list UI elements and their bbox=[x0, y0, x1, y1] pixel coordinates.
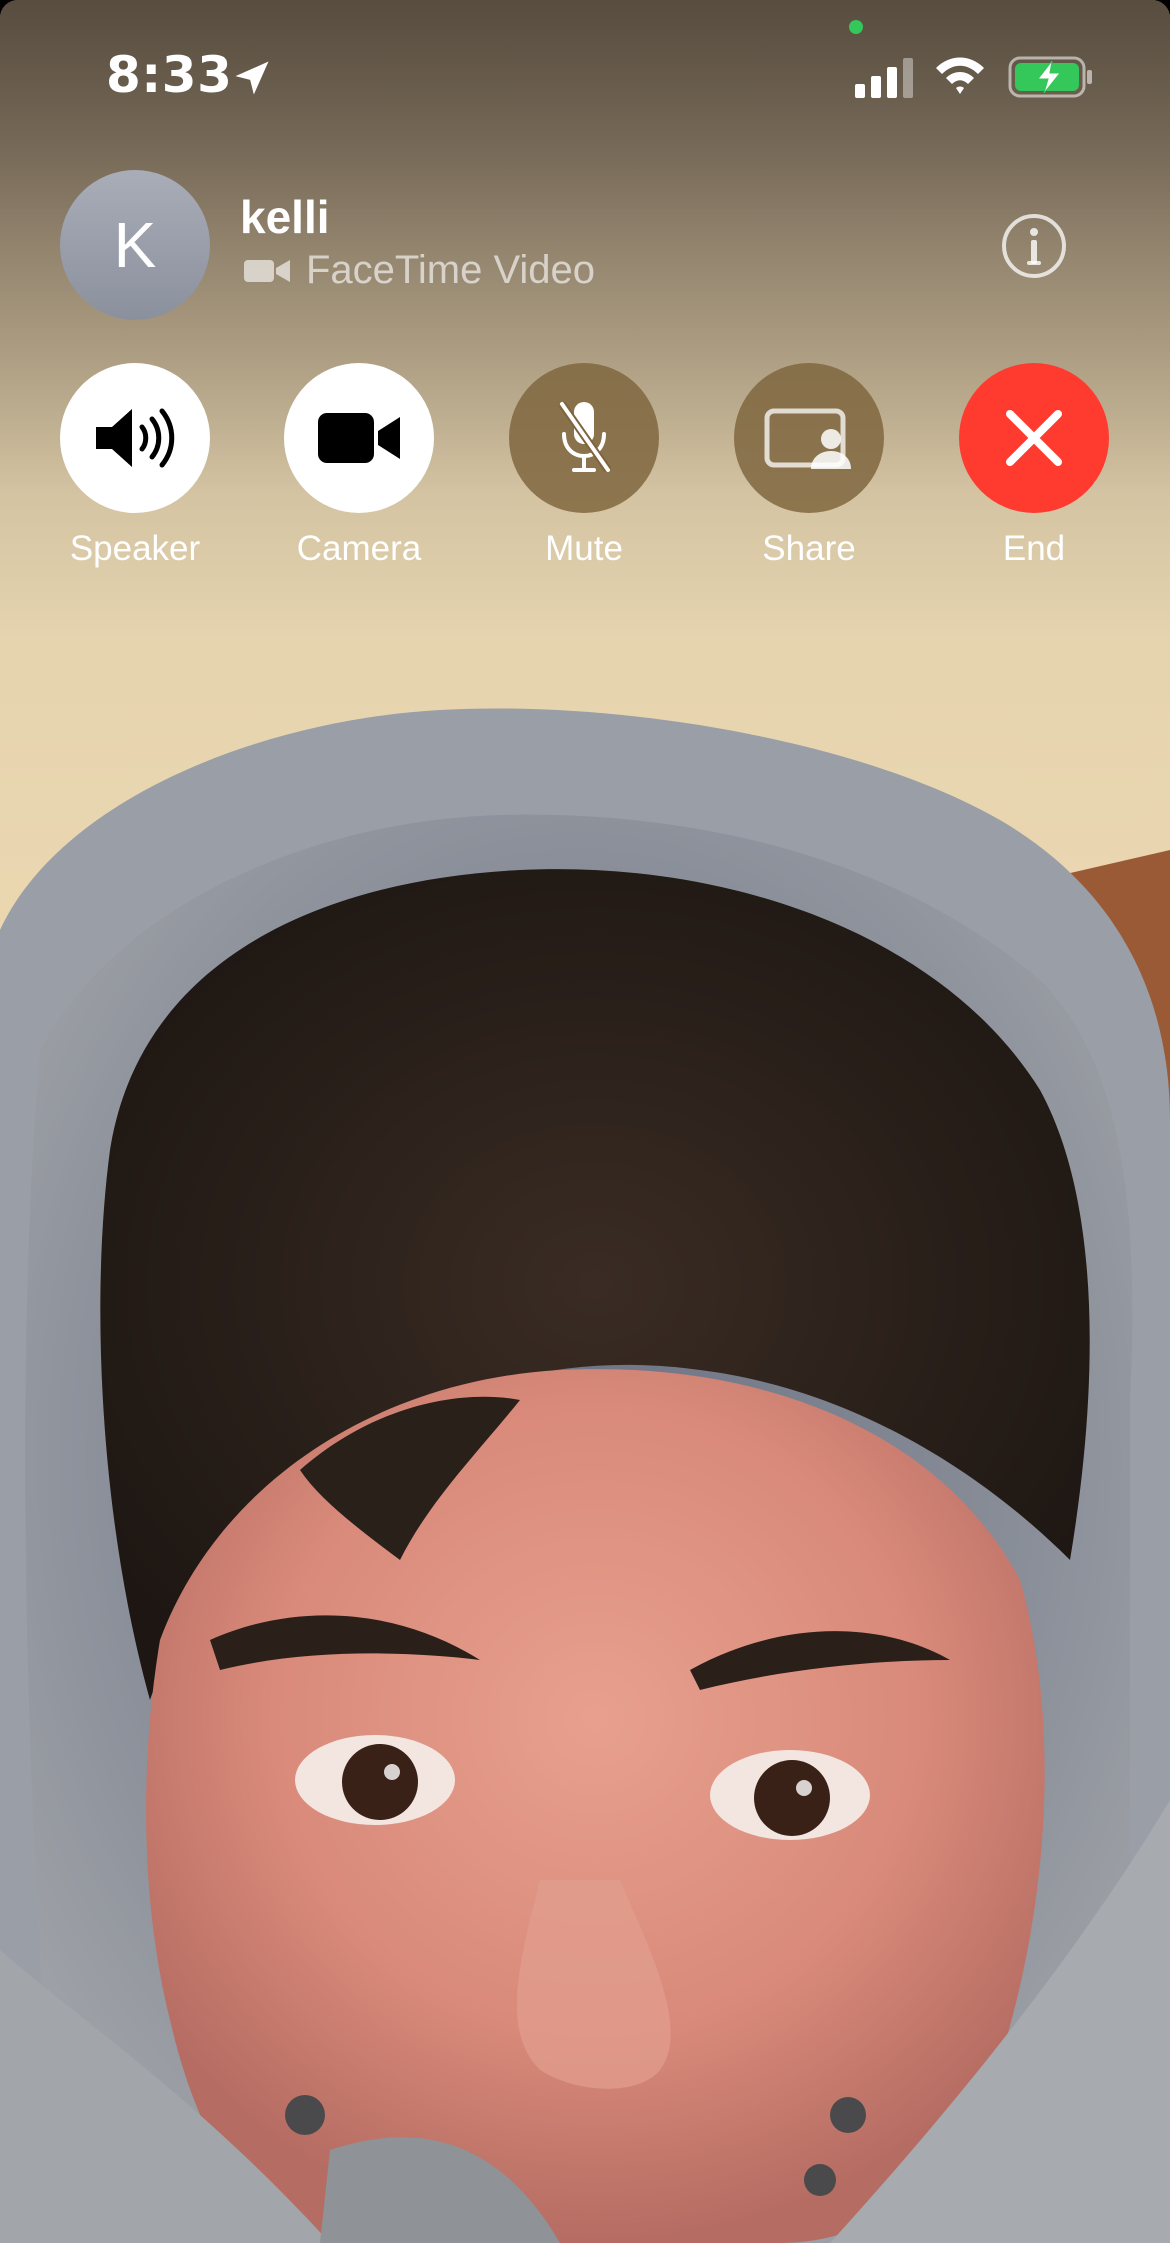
call-type-label: FaceTime Video bbox=[306, 248, 596, 292]
location-arrow-icon bbox=[235, 61, 269, 95]
caller-avatar: K bbox=[60, 170, 210, 320]
wifi-icon bbox=[936, 57, 984, 94]
camera-button[interactable]: Camera bbox=[269, 363, 449, 569]
signal-icon bbox=[855, 58, 913, 98]
call-controls: Speaker Camera Mute Share End bbox=[0, 363, 1170, 583]
share-label: Share bbox=[762, 529, 856, 568]
status-time: 8:33 bbox=[106, 46, 233, 104]
share-screen-icon bbox=[764, 408, 851, 469]
share-button[interactable]: Share bbox=[719, 363, 899, 569]
speaker-button-circle[interactable] bbox=[60, 363, 210, 513]
mute-button[interactable]: Mute bbox=[494, 363, 674, 569]
camera-button-circle[interactable] bbox=[284, 363, 434, 513]
info-icon[interactable] bbox=[1000, 212, 1068, 280]
facetime-call-screen: 8:33 K kelli FaceTime Video Speaker Came… bbox=[0, 0, 1170, 2243]
end-button-circle[interactable] bbox=[959, 363, 1109, 513]
end-label: End bbox=[1002, 529, 1066, 568]
video-camera-icon bbox=[244, 259, 290, 282]
call-type: FaceTime Video bbox=[244, 248, 595, 293]
speaker-button[interactable]: Speaker bbox=[45, 363, 225, 569]
mute-label: Mute bbox=[545, 529, 623, 568]
mic-off-icon bbox=[558, 401, 612, 473]
mute-button-circle[interactable] bbox=[509, 363, 659, 513]
share-button-circle[interactable] bbox=[734, 363, 884, 513]
speaker-icon bbox=[96, 408, 175, 468]
status-bar: 8:33 bbox=[0, 0, 1170, 150]
speaker-label: Speaker bbox=[69, 529, 201, 568]
camera-in-use-indicator bbox=[849, 20, 863, 34]
caller-name: kelli bbox=[240, 191, 330, 243]
camera-icon bbox=[318, 413, 400, 463]
battery-charging-icon bbox=[1008, 56, 1092, 98]
end-call-button[interactable]: End bbox=[944, 363, 1124, 569]
camera-label: Camera bbox=[296, 529, 422, 568]
close-icon bbox=[1006, 410, 1062, 466]
